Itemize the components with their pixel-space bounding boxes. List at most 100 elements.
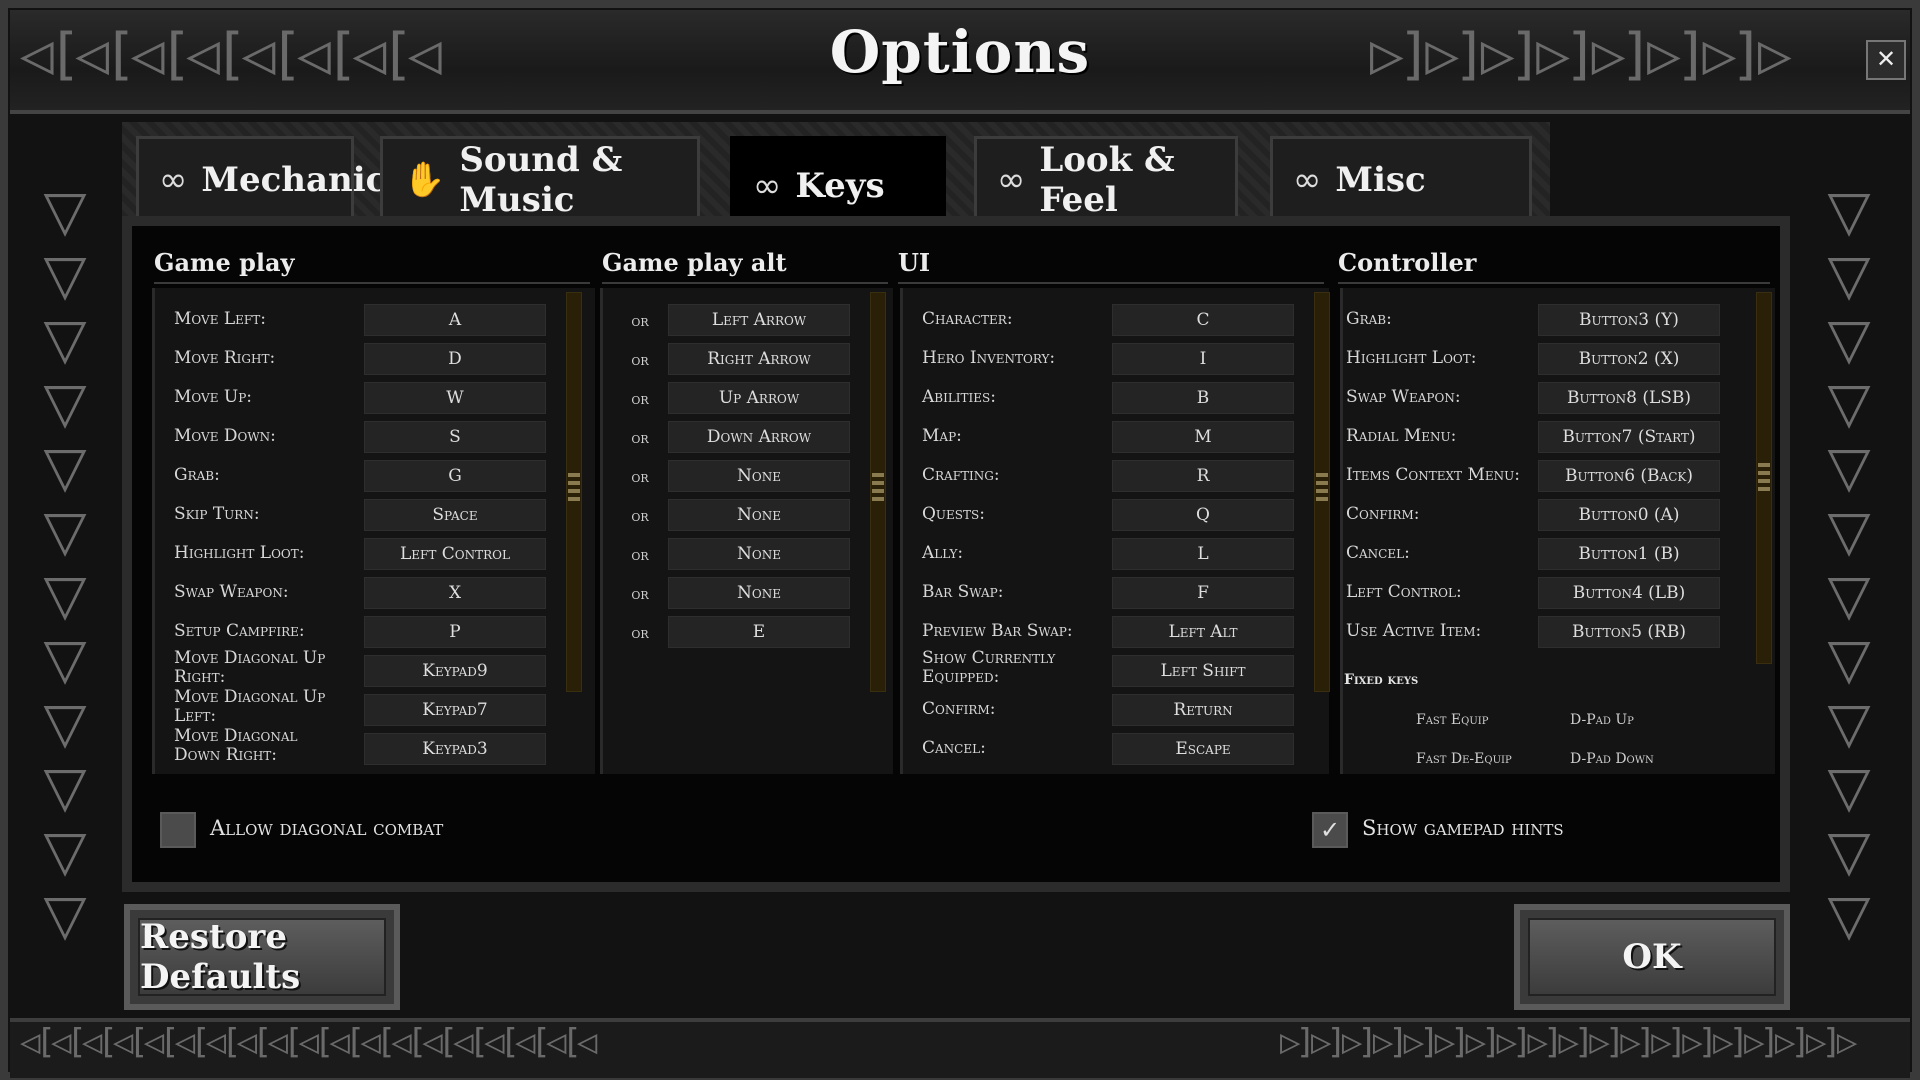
alt-key-binding-button[interactable]: None bbox=[668, 499, 850, 531]
key-binding-button[interactable]: S bbox=[364, 421, 546, 453]
controller-action-label: Highlight Loot: bbox=[1346, 348, 1477, 368]
tab-misc[interactable]: ∞ Misc bbox=[1270, 136, 1532, 224]
key-binding-button[interactable]: Escape bbox=[1112, 733, 1294, 765]
tab-sound-music[interactable]: ✋ Sound & Music bbox=[380, 136, 700, 224]
fixed-key-label: D-Pad Down bbox=[1570, 751, 1654, 767]
or-label: or bbox=[631, 312, 649, 330]
gameplay-scrollbar[interactable] bbox=[566, 292, 582, 692]
alt-key-binding-button[interactable]: Right Arrow bbox=[668, 343, 850, 375]
triangle-ornament-icon: ▽ bbox=[43, 371, 87, 436]
bottom-ornament-left: ◁[◁[◁[◁[◁[◁[◁[◁[◁[◁[◁[◁[◁[◁[◁[◁[◁[◁[◁ bbox=[20, 1022, 597, 1062]
scroll-grip-icon[interactable] bbox=[1758, 463, 1770, 493]
controller-binding-button[interactable]: Button2 (X) bbox=[1538, 343, 1720, 375]
ui-action-label: Hero Inventory: bbox=[922, 348, 1056, 368]
controller-action-label: Cancel: bbox=[1346, 543, 1410, 563]
alt-key-binding-button[interactable]: Down Arrow bbox=[668, 421, 850, 453]
triangle-ornament-icon: ▽ bbox=[1827, 883, 1871, 948]
key-binding-button[interactable]: R bbox=[1112, 460, 1294, 492]
key-binding-button[interactable]: G bbox=[364, 460, 546, 492]
controller-scrollbar[interactable] bbox=[1756, 292, 1772, 664]
ok-button[interactable]: OK bbox=[1514, 904, 1790, 1010]
ui-action-label: Crafting: bbox=[922, 465, 1000, 485]
ui-action-label: Preview Bar Swap: bbox=[922, 621, 1073, 641]
key-binding-button[interactable]: B bbox=[1112, 382, 1294, 414]
key-binding-button[interactable]: Left Control bbox=[364, 538, 546, 570]
triangle-ornament-icon: ▽ bbox=[1827, 627, 1871, 692]
triangle-ornament-icon: ▽ bbox=[1827, 371, 1871, 436]
allow-diagonal-combat-label: Allow diagonal combat bbox=[210, 816, 444, 840]
key-binding-button[interactable]: I bbox=[1112, 343, 1294, 375]
tab-label: Keys bbox=[795, 166, 885, 206]
gameplay-action-label: Move Diagonal Up Right: bbox=[174, 648, 326, 687]
controller-binding-button[interactable]: Button3 (Y) bbox=[1538, 304, 1720, 336]
scroll-grip-icon[interactable] bbox=[568, 473, 580, 503]
fixed-key-label: D-Pad Up bbox=[1570, 712, 1634, 728]
fixed-action-label: Fast Equip bbox=[1416, 712, 1489, 728]
alt-key-binding-button[interactable]: None bbox=[668, 577, 850, 609]
ui-action-label: Quests: bbox=[922, 504, 985, 524]
key-binding-button[interactable]: W bbox=[364, 382, 546, 414]
tab-look-feel[interactable]: ∞ Look & Feel bbox=[974, 136, 1238, 224]
controller-action-label: Use Active Item: bbox=[1346, 621, 1482, 641]
restore-defaults-button[interactable]: Restore Defaults bbox=[124, 904, 400, 1010]
alt-key-binding-button[interactable]: E bbox=[668, 616, 850, 648]
controller-action-label: Items Context Menu: bbox=[1346, 465, 1520, 485]
alt-key-binding-button[interactable]: None bbox=[668, 538, 850, 570]
close-button[interactable]: ✕ bbox=[1866, 40, 1906, 80]
triangle-ornament-icon: ▽ bbox=[1827, 755, 1871, 820]
hand-icon: ✋ bbox=[403, 160, 446, 200]
triangle-ornament-icon: ▽ bbox=[43, 563, 87, 628]
key-binding-button[interactable]: D bbox=[364, 343, 546, 375]
fixed-keys-title: Fixed keys bbox=[1344, 672, 1419, 688]
ui-action-label: Show Currently Equipped: bbox=[922, 648, 1056, 687]
key-binding-button[interactable]: Keypad9 bbox=[364, 655, 546, 687]
key-binding-button[interactable]: Space bbox=[364, 499, 546, 531]
key-binding-button[interactable]: Keypad3 bbox=[364, 733, 546, 765]
controller-binding-button[interactable]: Button4 (LB) bbox=[1538, 577, 1720, 609]
gameplay-action-label: Swap Weapon: bbox=[174, 582, 289, 602]
controller-binding-button[interactable]: Button1 (B) bbox=[1538, 538, 1720, 570]
show-gamepad-hints-checkbox[interactable]: ✓ bbox=[1312, 812, 1348, 848]
show-gamepad-hints-label: Show gamepad hints bbox=[1362, 816, 1564, 840]
infinity-icon: ∞ bbox=[997, 160, 1026, 200]
key-binding-button[interactable]: Keypad7 bbox=[364, 694, 546, 726]
controller-binding-button[interactable]: Button8 (LSB) bbox=[1538, 382, 1720, 414]
ok-label: OK bbox=[1528, 918, 1776, 996]
scroll-grip-icon[interactable] bbox=[872, 473, 884, 503]
key-binding-button[interactable]: X bbox=[364, 577, 546, 609]
controller-action-label: Swap Weapon: bbox=[1346, 387, 1461, 407]
key-binding-button[interactable]: C bbox=[1112, 304, 1294, 336]
controller-action-label: Grab: bbox=[1346, 309, 1392, 329]
divider bbox=[1338, 282, 1770, 284]
triangle-ornament-icon: ▽ bbox=[43, 179, 87, 244]
controller-binding-button[interactable]: Button6 (Back) bbox=[1538, 460, 1720, 492]
alt-key-binding-button[interactable]: None bbox=[668, 460, 850, 492]
triangle-ornament-icon: ▽ bbox=[1827, 691, 1871, 756]
tab-mechanics[interactable]: ∞ Mechanics bbox=[136, 136, 406, 224]
or-label: or bbox=[631, 585, 649, 603]
key-binding-button[interactable]: P bbox=[364, 616, 546, 648]
controller-binding-button[interactable]: Button5 (RB) bbox=[1538, 616, 1720, 648]
key-binding-button[interactable]: L bbox=[1112, 538, 1294, 570]
ui-scrollbar[interactable] bbox=[1314, 292, 1330, 692]
triangle-ornament-icon: ▽ bbox=[43, 243, 87, 308]
key-binding-button[interactable]: M bbox=[1112, 421, 1294, 453]
key-binding-button[interactable]: Left Shift bbox=[1112, 655, 1294, 687]
controller-binding-button[interactable]: Button0 (A) bbox=[1538, 499, 1720, 531]
alt-key-binding-button[interactable]: Up Arrow bbox=[668, 382, 850, 414]
scroll-grip-icon[interactable] bbox=[1316, 473, 1328, 503]
gameplay-alt-scrollbar[interactable] bbox=[870, 292, 886, 692]
or-label: or bbox=[631, 390, 649, 408]
key-binding-button[interactable]: Left Alt bbox=[1112, 616, 1294, 648]
gameplay-action-label: Move Diagonal Down Right: bbox=[174, 726, 298, 765]
key-binding-button[interactable]: Return bbox=[1112, 694, 1294, 726]
alt-key-binding-button[interactable]: Left Arrow bbox=[668, 304, 850, 336]
controller-binding-button[interactable]: Button7 (Start) bbox=[1538, 421, 1720, 453]
allow-diagonal-combat-checkbox[interactable] bbox=[160, 812, 196, 848]
key-binding-button[interactable]: Q bbox=[1112, 499, 1294, 531]
key-binding-button[interactable]: F bbox=[1112, 577, 1294, 609]
key-binding-button[interactable]: A bbox=[364, 304, 546, 336]
gameplay-action-label: Move Diagonal Up Left: bbox=[174, 687, 326, 726]
ui-action-label: Character: bbox=[922, 309, 1013, 329]
gameplay-action-label: Move Up: bbox=[174, 387, 252, 407]
